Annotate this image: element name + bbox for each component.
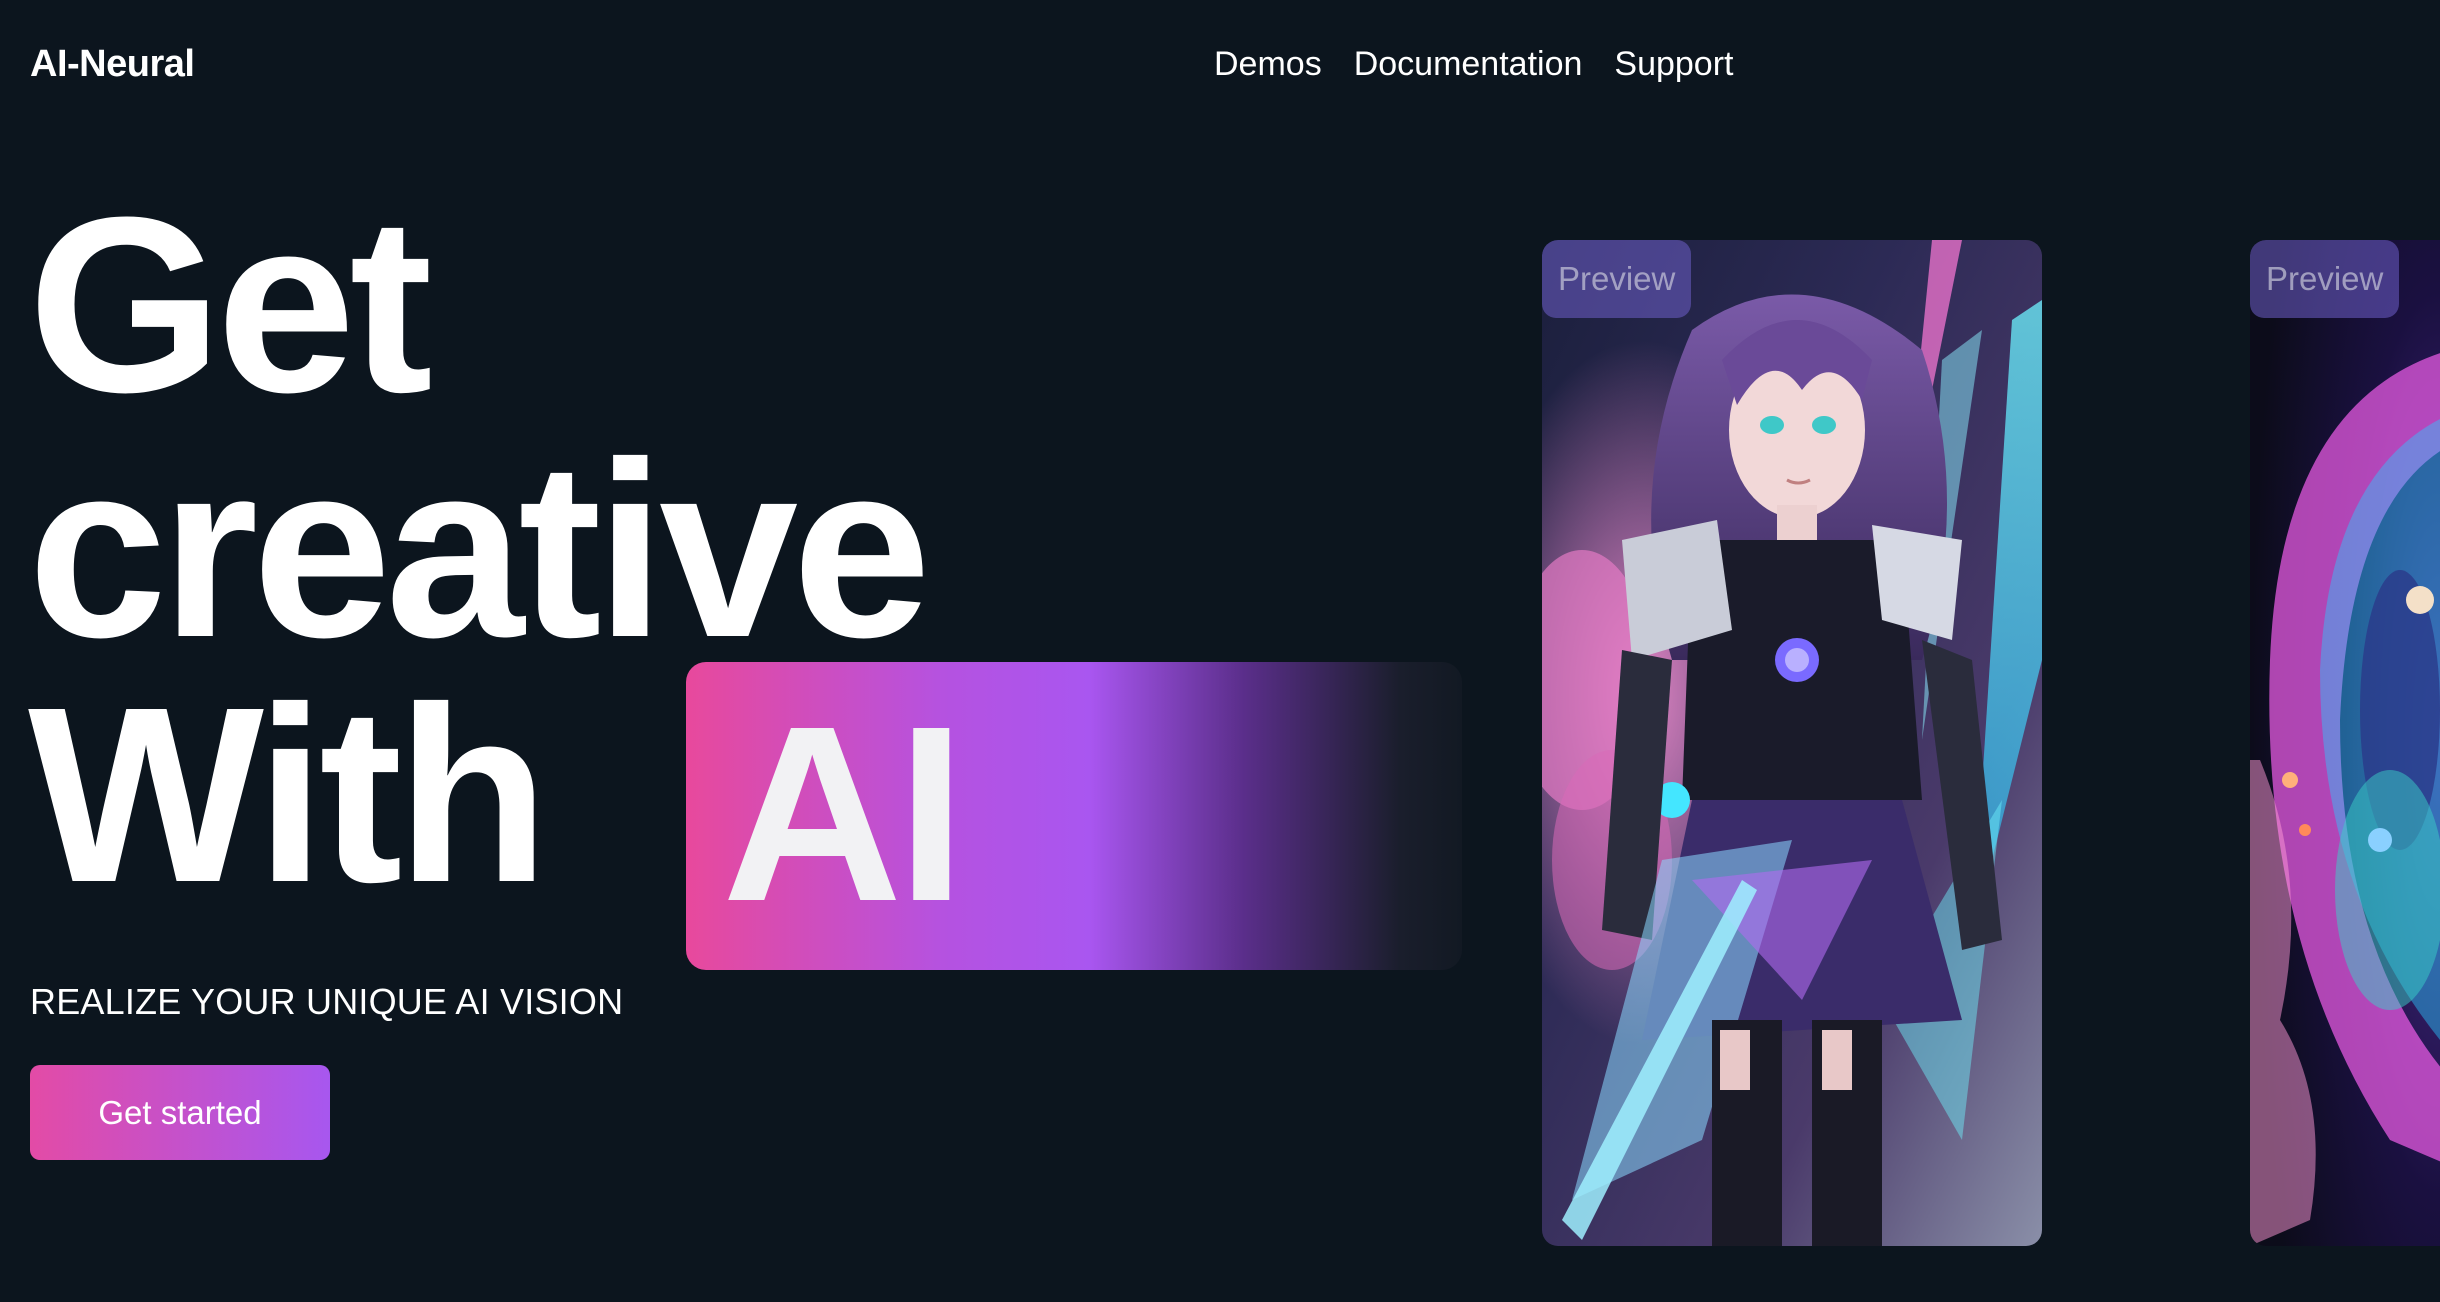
landing-page: AI-Neural Demos Documentation Support Ge… xyxy=(0,0,2440,1302)
nav-link-documentation[interactable]: Documentation xyxy=(1354,40,1583,88)
hero-heading-line-1: Get xyxy=(28,165,433,444)
hero-heading-line-3: With xyxy=(28,655,549,934)
get-started-button[interactable]: Get started xyxy=(30,1065,330,1160)
ai-highlight-box: AI xyxy=(686,662,1462,970)
brand-logo[interactable]: AI-Neural xyxy=(30,40,195,88)
hero-heading-line-2: creative xyxy=(28,410,931,689)
top-nav: Demos Documentation Support xyxy=(1214,40,1733,88)
hero-highlight-text: AI xyxy=(722,674,966,953)
preview-badge: Preview xyxy=(2250,240,2400,318)
anime-warrior-artwork xyxy=(1542,240,2042,1246)
hero-tagline: REALIZE YOUR UNIQUE AI VISION xyxy=(30,981,624,1022)
preview-card[interactable]: Preview xyxy=(2250,240,2440,1246)
nav-link-demos[interactable]: Demos xyxy=(1214,40,1322,88)
fantasy-swirl-artwork xyxy=(2250,240,2440,1246)
nav-link-support[interactable]: Support xyxy=(1614,40,1733,88)
preview-card[interactable]: Preview xyxy=(1542,240,2042,1246)
preview-badge: Preview xyxy=(1542,240,1692,318)
